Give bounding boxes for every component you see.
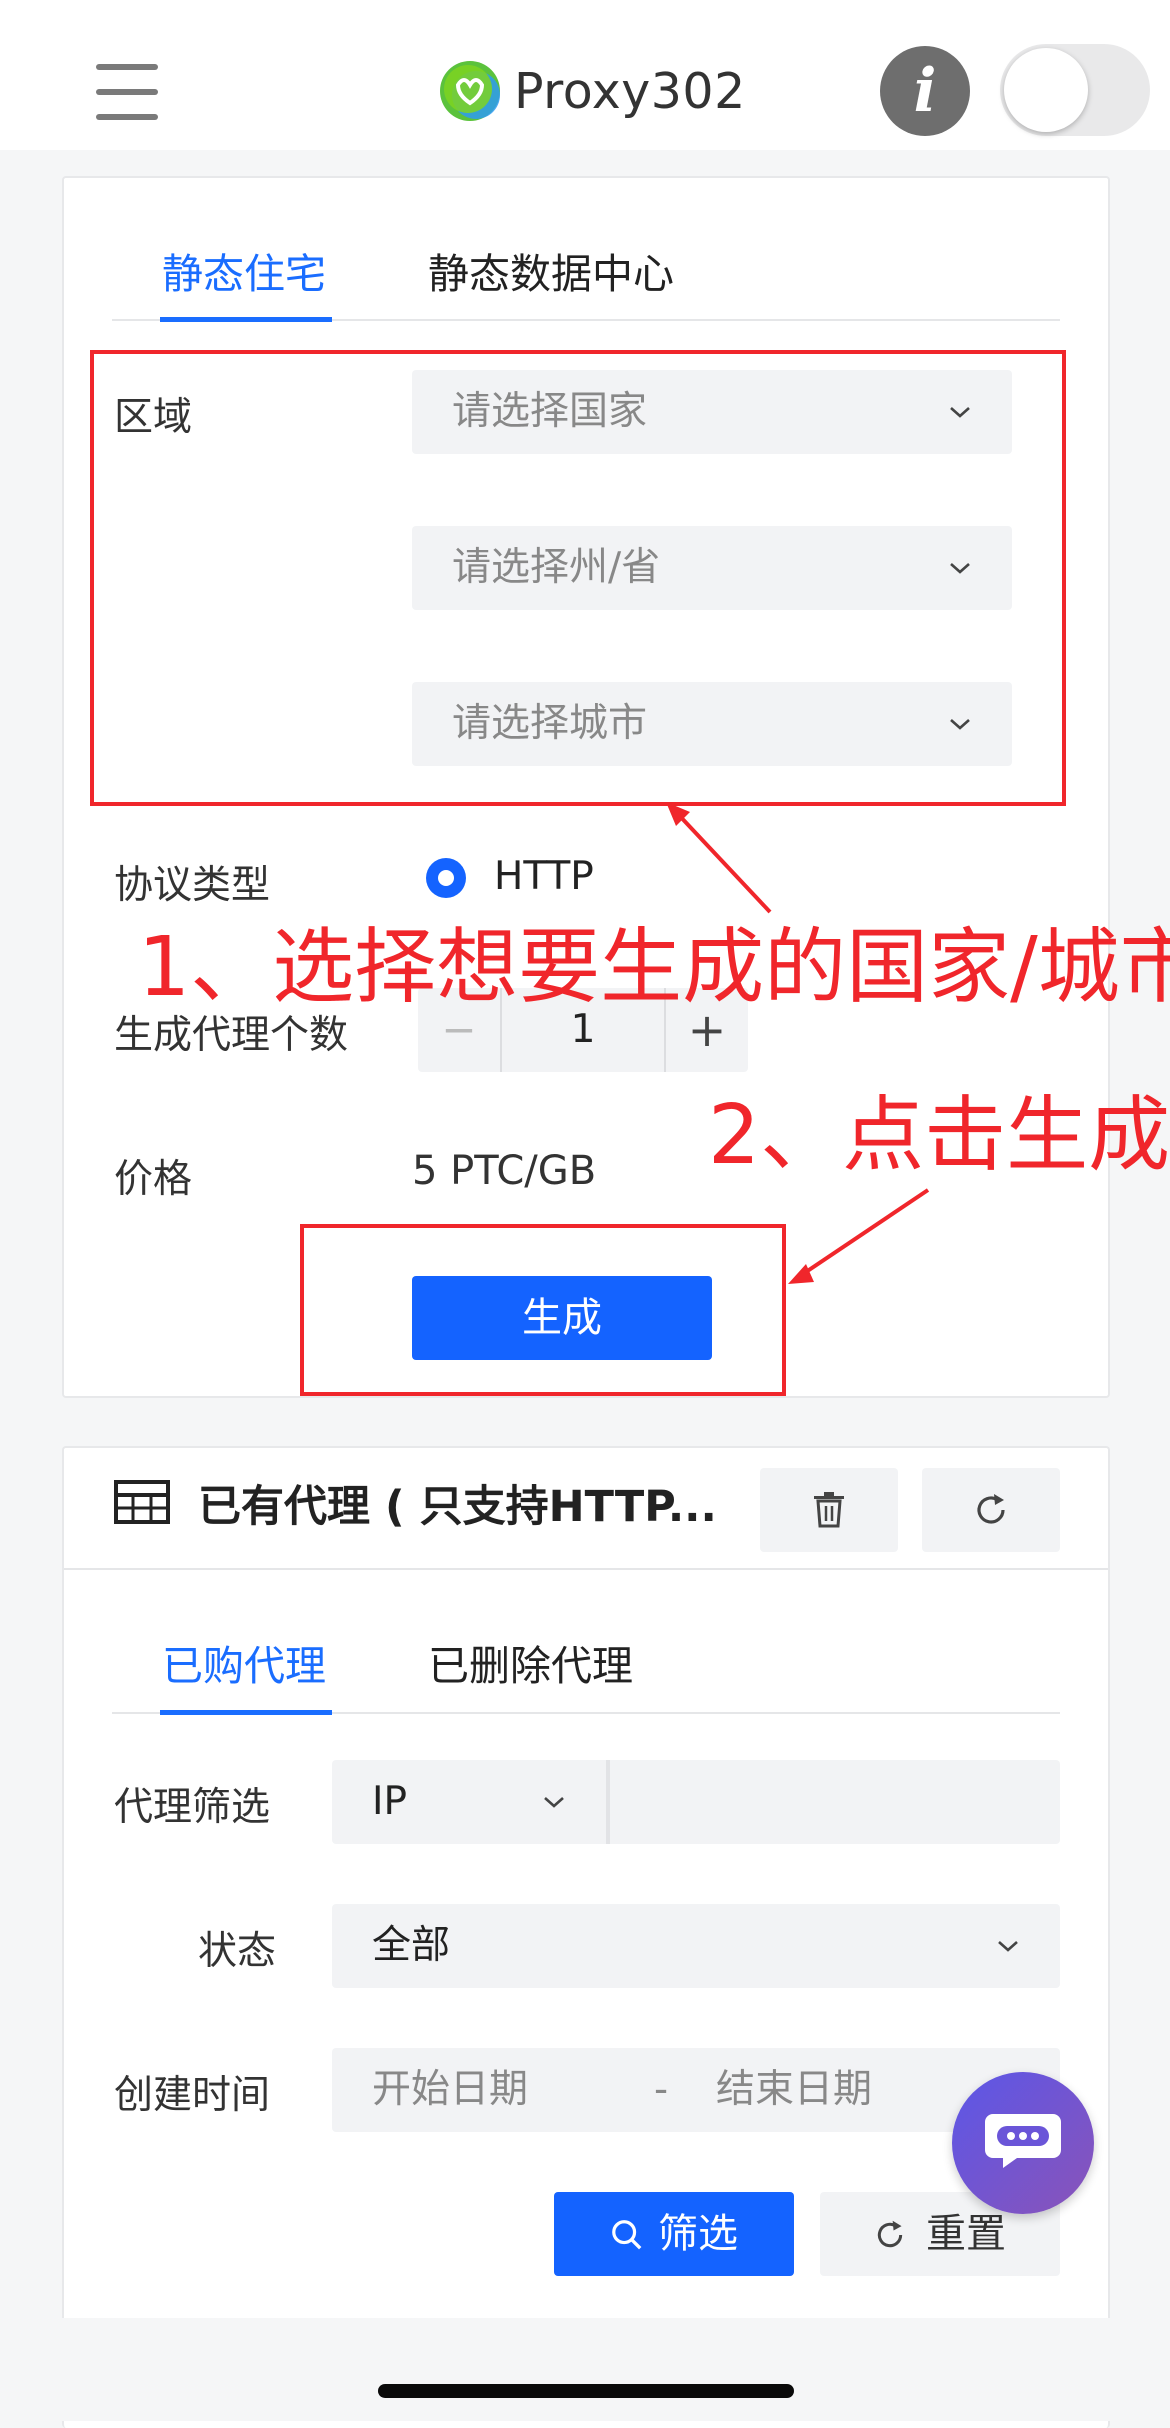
filter-type-select[interactable]: IP [332, 1760, 606, 1844]
price-value: 5 PTC/GB [412, 1148, 597, 1194]
annotation-generate-highlight [300, 1224, 786, 1396]
end-date-placeholder[interactable]: 结束日期 [716, 2048, 872, 2132]
refresh-icon [977, 1494, 1005, 1524]
home-indicator [378, 2384, 794, 2398]
created-time-label: 创建时间 [114, 2073, 271, 2118]
radio-checked-icon[interactable] [424, 856, 468, 900]
filter-input[interactable] [610, 1760, 1060, 1844]
tab-purchased-proxies[interactable]: 已购代理 [162, 1632, 326, 1692]
proxy-filter-label: 代理筛选 [114, 1785, 271, 1830]
protocol-http-label: HTTP [494, 854, 594, 899]
status-label: 状态 [198, 1929, 277, 1974]
status-value: 全部 [372, 1923, 451, 1968]
refresh-icon [877, 2220, 903, 2248]
existing-proxies-card: 已有代理 ( 只支持HTTP... 已购代理 已删除代理 代理筛选 IP 状态 … [62, 1446, 1110, 2428]
date-range-picker[interactable]: 开始日期 - 结束日期 [332, 2048, 1060, 2132]
brand-logo: Proxy302 [438, 56, 746, 126]
active-tab-indicator [160, 317, 332, 322]
info-icon[interactable]: i [880, 46, 970, 136]
brand-name: Proxy302 [514, 62, 746, 120]
theme-toggle[interactable] [1000, 44, 1150, 136]
active-tab-indicator [160, 1710, 332, 1715]
annotation-step2: 2、点击生成 [708, 1088, 1170, 1183]
search-icon [612, 2220, 642, 2250]
proxy302-logo-icon [440, 61, 500, 121]
refresh-button[interactable] [922, 1468, 1060, 1552]
chat-bot-button[interactable] [952, 2072, 1094, 2214]
chevron-down-icon [998, 1941, 1018, 1952]
card-header-divider [64, 1568, 1108, 1570]
annotation-step1: 1、选择想要生成的国家/城市 [138, 920, 1170, 1015]
table-icon [114, 1480, 170, 1524]
chat-bot-icon [985, 2114, 1061, 2168]
app-header: Proxy302 i [0, 0, 1170, 150]
reset-button-label: 重置 [926, 2211, 1006, 2257]
menu-icon[interactable] [96, 64, 158, 120]
annotation-region-highlight [90, 350, 1066, 806]
delete-button[interactable] [760, 1468, 898, 1552]
existing-proxies-title: 已有代理 ( 只支持HTTP... [198, 1482, 717, 1532]
price-label: 价格 [114, 1157, 193, 1202]
chevron-down-icon [544, 1797, 564, 1808]
tab-deleted-proxies[interactable]: 已删除代理 [428, 1632, 633, 1692]
date-separator: - [654, 2067, 669, 2112]
start-date-placeholder[interactable]: 开始日期 [372, 2048, 528, 2132]
page-bottom-background [0, 2318, 1170, 2421]
trash-icon [814, 1492, 844, 1528]
tab-static-residential[interactable]: 静态住宅 [162, 240, 326, 300]
filter-type-value: IP [372, 1779, 408, 1824]
tab-static-datacenter[interactable]: 静态数据中心 [428, 240, 674, 300]
filter-button[interactable]: 筛选 [554, 2192, 794, 2276]
status-select[interactable]: 全部 [332, 1904, 1060, 1988]
filter-button-label: 筛选 [658, 2211, 738, 2257]
